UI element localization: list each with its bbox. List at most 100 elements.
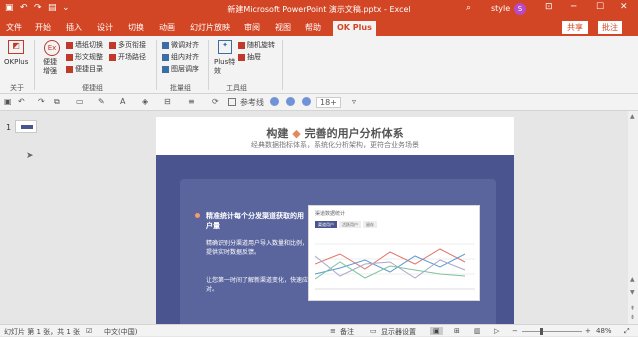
pen-icon[interactable]: ✎ <box>98 97 105 106</box>
divider <box>34 40 35 90</box>
spellcheck-icon[interactable]: ☑ <box>86 327 92 335</box>
dashboard-tab: 活跃用户 <box>339 221 361 228</box>
ribbon-item[interactable]: 组内对齐 <box>162 52 199 62</box>
vertical-scrollbar[interactable]: ▲ ▲ ▼ ⇞ ⇟ <box>628 111 638 324</box>
ribbon-item[interactable]: 形文规整 <box>66 52 103 62</box>
ribbon-tabs: 文件 开始 插入 设计 切换 动画 幻灯片放映 审阅 视图 帮助 OK Plus… <box>0 18 638 36</box>
prev-slide-icon[interactable]: ⇞ <box>630 305 635 312</box>
tab-slideshow[interactable]: 幻灯片放映 <box>190 22 230 33</box>
dashboard-title: 渠道数据统计 <box>315 211 346 217</box>
align-icon[interactable]: ≡ <box>188 97 195 106</box>
maximize-icon[interactable]: ☐ <box>596 2 604 12</box>
fit-slide-icon[interactable]: ⤢ <box>624 327 630 336</box>
notes-icon[interactable]: ≡ <box>330 327 336 335</box>
shapes-icon[interactable]: ▭ <box>76 97 84 106</box>
share-button[interactable]: 共享 <box>562 21 588 34</box>
color-dot[interactable] <box>302 97 311 106</box>
dashboard-line-chart <box>315 243 475 290</box>
color-dot[interactable] <box>270 97 279 106</box>
scroll-down-icon[interactable]: ▼ <box>630 289 635 296</box>
sorter-view-icon[interactable]: ⊞ <box>454 327 460 335</box>
redo-icon[interactable]: ↷ <box>38 97 45 106</box>
ribbon-item[interactable]: 墙纸切换 <box>66 40 103 50</box>
slide-thumbnail[interactable] <box>15 120 37 133</box>
undo-icon[interactable]: ↶ <box>18 97 25 106</box>
slide-title: 构建 ◆ 完善的用户分析体系 <box>266 127 404 140</box>
close-icon[interactable]: ✕ <box>620 2 628 12</box>
group-icon[interactable]: ⊟ <box>164 97 171 106</box>
scroll-up-icon[interactable]: ▲ <box>630 113 635 120</box>
save-icon[interactable]: ▣ <box>4 97 12 106</box>
zoom-slider[interactable] <box>522 331 582 332</box>
minimize-icon[interactable]: ─ <box>571 2 576 12</box>
format-toolbar: ▣ ↶ ↷ ⧉ ▭ ✎ A ◈ ⊟ ≡ ⟳ 参考线 18+ ▿ <box>0 94 638 111</box>
ribbon: ◩ OKPlus 关于 Ex 便捷增强 墙纸切换 形文规整 便捷目录 多页衔接 … <box>0 36 638 94</box>
card-paragraph: 让您第一时间了解新渠道变化，快速应对。 <box>206 277 309 293</box>
align-icon <box>162 41 169 49</box>
comment-button[interactable]: 批注 <box>598 21 622 34</box>
zoom-in-icon[interactable]: + <box>585 327 591 335</box>
rotate-icon[interactable]: ⟳ <box>212 97 219 106</box>
slide[interactable]: 构建 ◆ 完善的用户分析体系 经典数据指标体系，系统化分析架构，更符合业务场景 … <box>156 117 514 324</box>
card-paragraph: 精确识别分渠道用户导入数量和比例，并提供实时数据反馈。 <box>206 240 315 256</box>
ribbon-item[interactable]: 开场路径 <box>109 52 146 62</box>
content-card: 精准统计每个分发渠道获取的用户量 精确识别分渠道用户导入数量和比例，并提供实时数… <box>180 179 496 324</box>
reading-view-icon[interactable]: ▥ <box>474 327 481 335</box>
window-title: 新建Microsoft PowerPoint 演示文稿.pptx - Excel <box>227 5 411 14</box>
slide-subtitle: 经典数据指标体系，系统化分析架构，更符合业务场景 <box>251 141 419 149</box>
ex-button[interactable]: 便捷增强 <box>43 58 61 76</box>
ribbon-options-icon[interactable]: ⊡ <box>545 2 553 12</box>
slide-number: 1 <box>6 123 12 132</box>
layers-icon <box>162 65 169 73</box>
color-dot[interactable] <box>286 97 295 106</box>
zoom-slider-handle[interactable] <box>540 328 543 335</box>
ribbon-item[interactable]: 图层调序 <box>162 64 199 74</box>
divider <box>282 40 283 90</box>
ribbon-item[interactable]: 多页衔接 <box>109 40 146 50</box>
ex-icon[interactable]: Ex <box>44 40 60 56</box>
toc-icon <box>66 65 73 73</box>
tab-transitions[interactable]: 切换 <box>128 22 144 33</box>
tab-help[interactable]: 帮助 <box>305 22 321 33</box>
new-slide-icon[interactable]: ⧉ <box>54 97 60 107</box>
chevron-down-icon[interactable]: ▿ <box>352 97 356 106</box>
ribbon-item[interactable]: 抽屉 <box>238 52 261 62</box>
tab-design[interactable]: 设计 <box>97 22 113 33</box>
wallpaper-icon <box>66 41 73 49</box>
tab-review[interactable]: 审阅 <box>244 22 260 33</box>
group-about-label: 关于 <box>10 84 24 92</box>
guide-label: 参考线 <box>240 98 264 107</box>
font-color-icon[interactable]: A <box>120 97 125 106</box>
plus-effects-icon[interactable]: ✦ <box>218 40 232 54</box>
tab-okplus[interactable]: OK Plus <box>333 21 376 36</box>
zoom-input[interactable]: 18+ <box>316 97 341 108</box>
zoom-level[interactable]: 48% <box>596 327 612 335</box>
next-slide-icon[interactable]: ⇟ <box>630 314 635 321</box>
avatar[interactable]: S <box>514 3 526 15</box>
tab-insert[interactable]: 插入 <box>66 22 82 33</box>
user-name: style <box>491 4 511 13</box>
dashboard-tab: 渠道用户 <box>315 221 337 228</box>
series-line <box>315 261 466 280</box>
scroll-up-icon[interactable]: ▲ <box>630 276 635 283</box>
tab-view[interactable]: 视图 <box>275 22 291 33</box>
tab-home[interactable]: 开始 <box>35 22 51 33</box>
okplus-button[interactable]: OKPlus <box>4 58 28 66</box>
slideshow-view-icon[interactable]: ▷ <box>494 327 499 335</box>
shape-icon <box>66 53 73 61</box>
ribbon-item[interactable]: 随机旋转 <box>238 40 275 50</box>
ribbon-item[interactable]: 微调对齐 <box>162 40 199 50</box>
guide-checkbox[interactable] <box>228 98 236 106</box>
display-icon[interactable]: ▭ <box>370 327 377 335</box>
ribbon-item[interactable]: 便捷目录 <box>66 64 103 74</box>
group-align-icon <box>162 53 169 61</box>
tab-file[interactable]: 文件 <box>6 22 22 33</box>
okplus-icon[interactable]: ◩ <box>8 40 24 54</box>
fill-icon[interactable]: ◈ <box>142 97 148 106</box>
search-icon[interactable]: ⌕ <box>466 3 471 14</box>
tab-animations[interactable]: 动画 <box>159 22 175 33</box>
group-label: 工具组 <box>226 84 247 92</box>
zoom-out-icon[interactable]: − <box>512 327 518 335</box>
normal-view-icon[interactable]: ▣ <box>430 327 443 335</box>
plus-effects-button[interactable]: Plus特效 <box>214 58 238 76</box>
